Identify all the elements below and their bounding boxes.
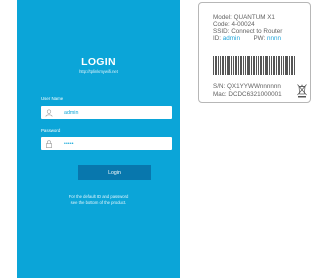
device-label-card: Model: QUANTUM X1 Code: 4-00024 SSID: Co…: [198, 2, 311, 103]
password-value: •••••: [64, 140, 74, 147]
crossed-bin-icon: [297, 84, 307, 98]
username-field[interactable]: admin: [41, 106, 172, 119]
login-hint-line2: see the bottom of the product.: [70, 199, 127, 205]
model-text: Model: QUANTUM X1: [213, 14, 275, 21]
login-panel: LOGIN http://tplinkmywifi.net User Name …: [17, 0, 180, 278]
sn-text: S/N: QX1YYWWnnnnnn: [213, 83, 281, 90]
code-text: Code: 4-00024: [213, 21, 255, 28]
login-title: LOGIN: [81, 56, 116, 68]
login-url: http://tplinkmywifi.net: [79, 69, 118, 74]
credentials-text: ID: admin PW: nnnn: [213, 35, 281, 42]
username-label: User Name: [41, 96, 64, 101]
mac-text: Mac: DCDC6321000001: [213, 91, 282, 98]
login-button[interactable]: Login: [78, 165, 151, 180]
password-field[interactable]: •••••: [41, 137, 172, 150]
ssid-text: SSID: Connect to Router: [213, 28, 283, 35]
id-prefix: ID:: [213, 35, 222, 42]
user-icon: [41, 106, 57, 119]
pw-value: nnnn: [266, 35, 281, 42]
pw-prefix: PW:: [253, 35, 266, 42]
username-value: admin: [64, 109, 79, 116]
barcode: [213, 56, 295, 75]
lock-icon: [41, 137, 57, 150]
login-hint: For the default ID and password see the …: [17, 194, 180, 205]
id-value: admin: [222, 35, 240, 42]
password-label: Password: [41, 128, 61, 133]
